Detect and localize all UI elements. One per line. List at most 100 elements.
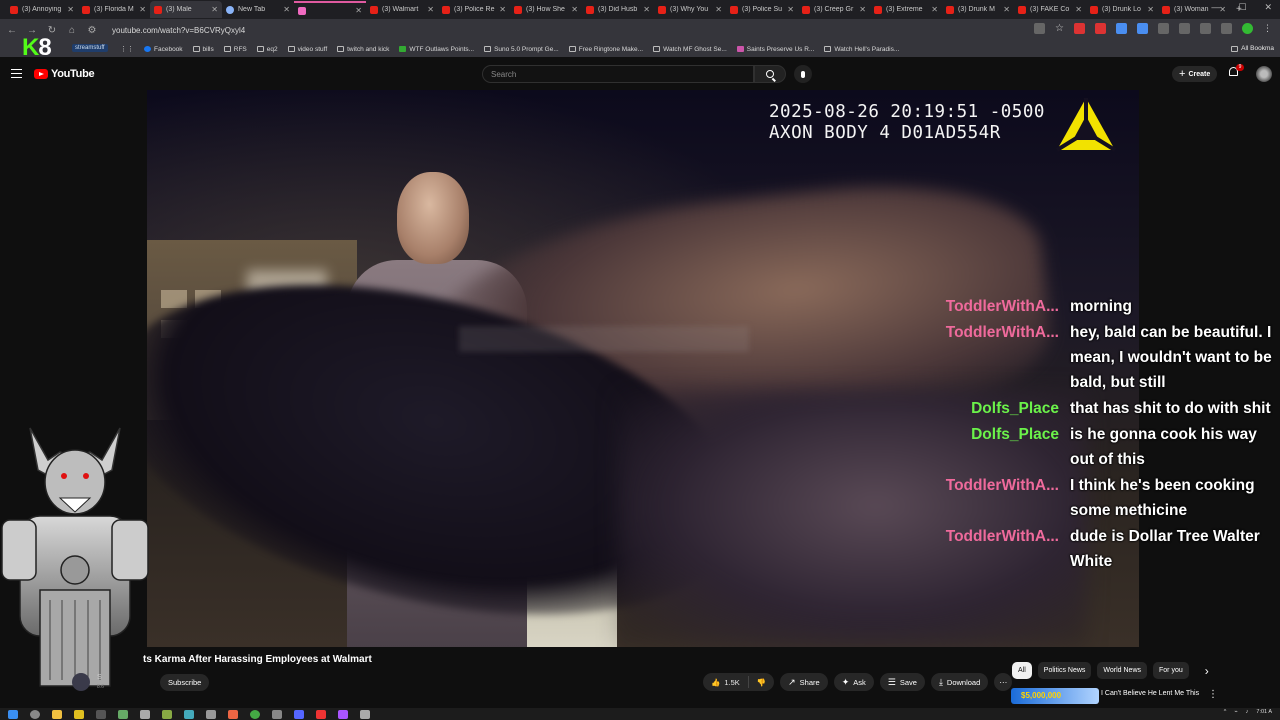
network-icon[interactable]: ⌁ <box>1234 709 1237 715</box>
voice-search-button[interactable] <box>794 65 812 83</box>
close-window-icon[interactable]: ✕ <box>1264 2 1272 13</box>
search-icon[interactable] <box>30 709 40 719</box>
close-tab-icon[interactable]: ✕ <box>643 5 650 14</box>
app-icon[interactable] <box>96 709 106 719</box>
menu-icon[interactable] <box>11 69 22 78</box>
browser-tab[interactable]: New Tab ✕ <box>222 1 294 18</box>
file-explorer-icon[interactable] <box>52 709 62 719</box>
filter-chip[interactable]: For you <box>1153 662 1189 679</box>
extension-icon[interactable] <box>1074 23 1085 34</box>
chevron-right-icon[interactable]: › <box>1205 664 1209 678</box>
app-icon[interactable] <box>338 709 348 719</box>
recommended-title[interactable]: I Can't Believe He Lent Me This <box>1101 689 1201 698</box>
bookmark-item[interactable]: Watch Hell's Paradis... <box>824 46 899 53</box>
cast-icon[interactable] <box>1034 23 1046 34</box>
extension-icon[interactable] <box>1221 23 1232 34</box>
browser-tab[interactable]: (3) Walmart ✕ <box>366 1 438 18</box>
browser-tab[interactable]: (3) Why You ✕ <box>654 1 726 18</box>
apps-grid-icon[interactable]: ⋮⋮ <box>120 45 134 53</box>
subscribe-button[interactable]: Subscribe <box>160 674 210 691</box>
browser-tab[interactable]: (3) Male ✕ <box>150 1 222 18</box>
volume-icon[interactable]: ♪ <box>1246 709 1249 715</box>
browser-tab[interactable]: (3) Drunk Lo ✕ <box>1086 1 1158 18</box>
bookmark-item[interactable]: Suno 5.0 Prompt Ge... <box>484 46 559 53</box>
url-field[interactable]: youtube.com/watch?v=B6CVRyQxyl4 <box>112 26 245 35</box>
browser-tab[interactable]: (3) Florida M ✕ <box>78 1 150 18</box>
app-icon[interactable] <box>74 709 84 719</box>
save-button[interactable]: ☰ Save <box>879 673 925 691</box>
close-tab-icon[interactable]: ✕ <box>571 5 578 14</box>
tray-chevron-icon[interactable]: ^ <box>1224 709 1227 715</box>
close-tab-icon[interactable]: ✕ <box>499 5 506 14</box>
back-icon[interactable]: ← <box>6 25 18 36</box>
extensions-puzzle-icon[interactable] <box>1179 23 1190 34</box>
bookmark-item[interactable]: Watch MF Ghost Se... <box>653 46 727 53</box>
recommended-thumbnail[interactable]: $5,000,000 <box>1011 688 1099 704</box>
extension-icon[interactable] <box>1137 23 1148 34</box>
app-icon[interactable] <box>316 709 326 719</box>
close-tab-icon[interactable]: ✕ <box>67 5 74 14</box>
extension-icon[interactable] <box>1095 23 1106 34</box>
bookmark-item[interactable]: Facebook <box>144 46 183 53</box>
close-tab-icon[interactable]: ✕ <box>283 5 290 14</box>
close-tab-icon[interactable]: ✕ <box>355 6 362 15</box>
account-avatar[interactable] <box>1256 66 1272 82</box>
app-icon[interactable] <box>140 709 150 719</box>
browser-tab[interactable]: (3) Creep Gr ✕ <box>798 1 870 18</box>
like-button[interactable]: 👍 1.5K <box>703 676 749 688</box>
bookmark-star-icon[interactable]: ☆ <box>1055 23 1064 34</box>
filter-chip[interactable]: All <box>1012 662 1032 679</box>
bookmark-item[interactable]: bills <box>192 46 214 53</box>
close-tab-icon[interactable]: ✕ <box>1147 5 1154 14</box>
minimize-icon[interactable]: — <box>1211 2 1220 13</box>
notifications-button[interactable]: 9 <box>1229 64 1244 79</box>
close-tab-icon[interactable]: ✕ <box>1075 5 1082 14</box>
menu-dots-icon[interactable]: ⋮ <box>1263 23 1272 34</box>
channel-name[interactable]: S <box>97 674 102 681</box>
sidebar-icon[interactable] <box>1200 23 1211 34</box>
close-tab-icon[interactable]: ✕ <box>715 5 722 14</box>
dislike-button[interactable]: 👎 <box>749 678 774 687</box>
create-button[interactable]: + Create <box>1172 66 1218 82</box>
app-icon[interactable] <box>206 709 216 719</box>
browser-tab[interactable]: (3) Annoying ✕ <box>6 1 78 18</box>
browser-tab[interactable]: (3) Extreme ✕ <box>870 1 942 18</box>
search-button[interactable] <box>754 65 786 83</box>
all-bookmarks[interactable]: All Bookma <box>1231 45 1274 52</box>
youtube-logo[interactable]: YouTube <box>34 68 95 80</box>
close-tab-icon[interactable]: ✕ <box>427 5 434 14</box>
browser-tab[interactable]: (3) Police Re ✕ <box>438 1 510 18</box>
app-icon[interactable] <box>162 709 172 719</box>
ask-button[interactable]: ✦ Ask <box>833 673 874 691</box>
filter-chip[interactable]: World News <box>1097 662 1148 679</box>
extension-icon[interactable] <box>1116 23 1127 34</box>
app-icon[interactable] <box>118 709 128 719</box>
close-tab-icon[interactable]: ✕ <box>211 5 218 14</box>
bookmark-item[interactable]: WTF Outlaws Points... <box>399 46 474 53</box>
browser-tab[interactable]: (3) Drunk M ✕ <box>942 1 1014 18</box>
firefox-icon[interactable] <box>228 709 238 719</box>
extension-icon[interactable] <box>1158 23 1169 34</box>
close-tab-icon[interactable]: ✕ <box>787 5 794 14</box>
settings-icon[interactable] <box>360 709 370 719</box>
channel-avatar[interactable] <box>72 673 90 691</box>
bookmark-item[interactable]: RFS <box>223 46 247 53</box>
streamstuff-bookmark[interactable]: streamstuff <box>72 44 108 52</box>
clock[interactable]: 7:01 A <box>1256 709 1272 715</box>
app-icon[interactable] <box>272 709 282 719</box>
chrome-icon[interactable] <box>250 709 260 719</box>
browser-tab[interactable]: (3) How She ✕ <box>510 1 582 18</box>
close-tab-icon[interactable]: ✕ <box>139 5 146 14</box>
home-icon[interactable]: ⌂ <box>66 25 78 36</box>
close-tab-icon[interactable]: ✕ <box>859 5 866 14</box>
discord-icon[interactable] <box>294 709 304 719</box>
bookmark-item[interactable]: video stuff <box>287 46 327 53</box>
bookmark-item[interactable]: Saints Preserve Us R... <box>736 46 814 53</box>
share-button[interactable]: ↗ Share <box>780 673 828 691</box>
site-info-icon[interactable]: ⚙ <box>86 25 98 36</box>
filter-chip[interactable]: Politics News <box>1037 662 1092 679</box>
recommended-menu-icon[interactable]: ⋮ <box>1208 689 1218 700</box>
more-actions-button[interactable]: ⋯ <box>994 673 1013 691</box>
close-tab-icon[interactable]: ✕ <box>931 5 938 14</box>
search-input[interactable] <box>491 69 753 79</box>
